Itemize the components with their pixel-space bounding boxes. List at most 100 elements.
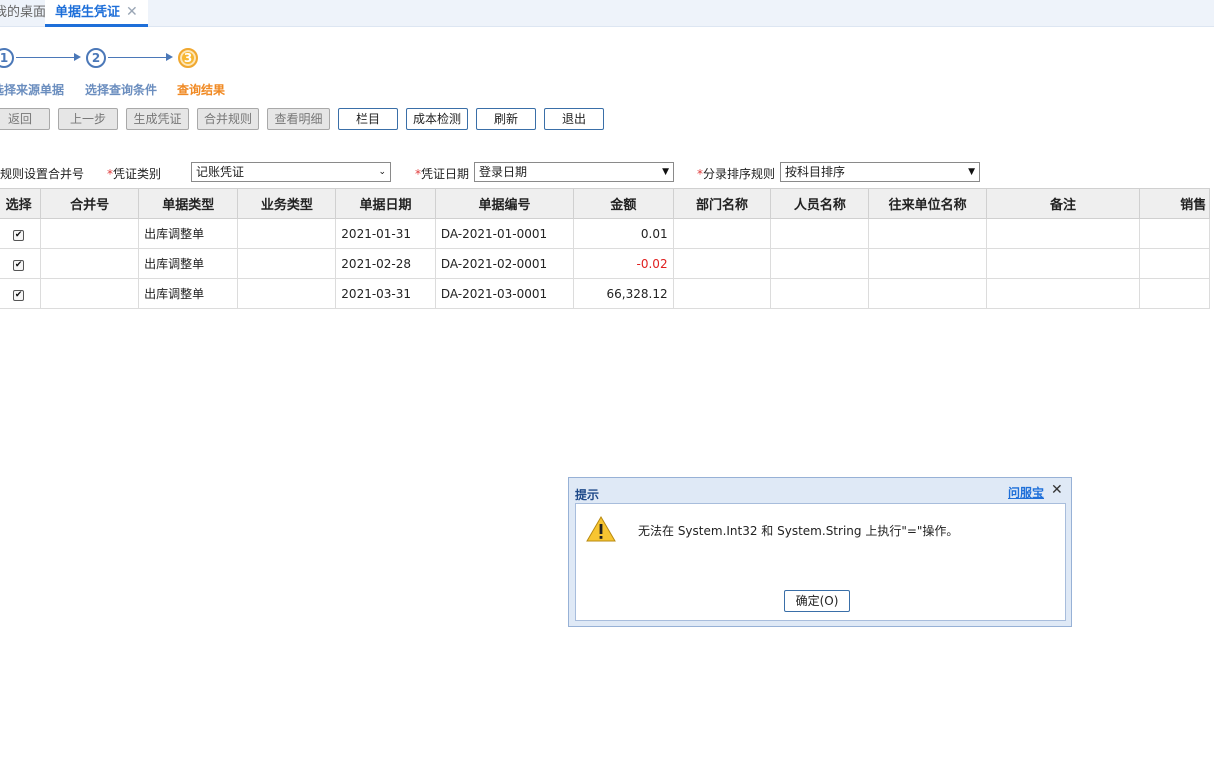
remark-cell bbox=[985, 278, 1141, 309]
person-cell bbox=[770, 218, 870, 249]
warning-icon bbox=[586, 516, 616, 542]
col-header-doc-date[interactable]: 单据日期 bbox=[335, 188, 436, 219]
col-header-amount[interactable]: 金额 bbox=[573, 188, 674, 219]
doc-no-cell: DA-2021-02-0001 bbox=[434, 248, 575, 279]
col-header-person[interactable]: 人员名称 bbox=[770, 188, 870, 219]
col-header-doc-no[interactable]: 单据编号 bbox=[434, 188, 575, 219]
amount-cell: 0.01 bbox=[573, 218, 674, 249]
dropdown-triangle-icon: ▼ bbox=[968, 167, 975, 177]
arrow-right-icon bbox=[74, 53, 81, 61]
help-link[interactable]: 问服宝 bbox=[1008, 484, 1044, 501]
sort-rule-text: 分录排序规则 bbox=[703, 167, 776, 181]
person-cell bbox=[770, 248, 870, 279]
columns-button[interactable]: 栏目 bbox=[338, 108, 398, 130]
col-header-remark[interactable]: 备注 bbox=[985, 188, 1141, 219]
generate-voucher-button[interactable]: 生成凭证 bbox=[126, 108, 189, 130]
voucher-date-label: *凭证日期 bbox=[415, 165, 469, 182]
doc-date-cell: 2021-02-28 bbox=[335, 248, 436, 279]
table-row[interactable]: ✔ 出库调整单 2021-02-28 DA-2021-02-0001 -0.02 bbox=[0, 248, 1210, 279]
doc-date-cell: 2021-03-31 bbox=[335, 278, 436, 309]
col-header-department[interactable]: 部门名称 bbox=[672, 188, 772, 219]
row-select-cell[interactable]: ✔ bbox=[0, 218, 42, 249]
step-2-indicator: 2 bbox=[86, 48, 106, 68]
back-button[interactable]: 返回 bbox=[0, 108, 50, 130]
step-1-label: 选择来源单据 bbox=[0, 83, 65, 97]
biz-type-cell bbox=[237, 218, 337, 249]
doc-no-cell: DA-2021-01-0001 bbox=[434, 218, 575, 249]
exit-button[interactable]: 退出 bbox=[544, 108, 604, 130]
step-3-label: 查询结果 bbox=[177, 83, 226, 97]
dialog-body: 无法在 System.Int32 和 System.String 上执行"="操… bbox=[575, 503, 1066, 621]
tab-bar: 我的桌面 单据生凭证 ✕ bbox=[0, 0, 1214, 27]
sort-rule-value: 按科目排序 bbox=[785, 165, 846, 179]
cost-check-button[interactable]: 成本检测 bbox=[406, 108, 468, 130]
merge-rule-label: 按规则设置合并号 bbox=[0, 167, 85, 181]
checkbox[interactable]: ✔ bbox=[13, 230, 25, 241]
view-detail-button[interactable]: 查看明细 bbox=[267, 108, 330, 130]
voucher-date-text: 凭证日期 bbox=[421, 167, 470, 181]
sort-rule-select[interactable]: 按科目排序 ▼ bbox=[780, 162, 980, 182]
sales-cell bbox=[1139, 248, 1210, 279]
close-icon[interactable]: ✕ bbox=[126, 4, 138, 20]
doc-no-cell: DA-2021-03-0001 bbox=[434, 278, 575, 309]
remark-cell bbox=[985, 248, 1141, 279]
dialog-title: 提示 bbox=[575, 488, 600, 502]
table-row[interactable]: ✔ 出库调整单 2021-01-31 DA-2021-01-0001 0.01 bbox=[0, 218, 1210, 249]
person-cell bbox=[770, 278, 870, 309]
step-connector bbox=[16, 57, 76, 58]
tab-voucher-generation[interactable]: 单据生凭证 ✕ bbox=[45, 0, 148, 27]
doc-type-cell: 出库调整单 bbox=[138, 218, 239, 249]
department-cell bbox=[672, 218, 772, 249]
col-header-merge-no[interactable]: 合并号 bbox=[40, 188, 140, 219]
row-select-cell[interactable]: ✔ bbox=[0, 248, 42, 279]
merge-no-cell bbox=[40, 248, 140, 279]
biz-type-cell bbox=[237, 278, 337, 309]
step-1-indicator: 1 bbox=[0, 48, 14, 68]
partner-cell bbox=[868, 218, 987, 249]
row-select-cell[interactable]: ✔ bbox=[0, 278, 42, 309]
grid-header-row: 选择 合并号 单据类型 业务类型 单据日期 单据编号 金额 部门名称 人员名称 … bbox=[0, 188, 1210, 219]
department-cell bbox=[672, 248, 772, 279]
voucher-type-value: 记账凭证 bbox=[196, 165, 245, 179]
tab-desktop[interactable]: 我的桌面 bbox=[0, 0, 46, 27]
voucher-type-select[interactable]: 记账凭证 ⌄ bbox=[191, 162, 391, 182]
result-grid: 选择 合并号 单据类型 业务类型 单据日期 单据编号 金额 部门名称 人员名称 … bbox=[0, 188, 1210, 309]
merge-no-cell bbox=[40, 278, 140, 309]
step-2-label: 选择查询条件 bbox=[85, 83, 158, 97]
doc-type-cell: 出库调整单 bbox=[138, 278, 239, 309]
voucher-type-label: *凭证类别 bbox=[107, 165, 161, 182]
previous-step-button[interactable]: 上一步 bbox=[58, 108, 118, 130]
checkbox[interactable]: ✔ bbox=[13, 290, 25, 301]
department-cell bbox=[672, 278, 772, 309]
partner-cell bbox=[868, 278, 987, 309]
merge-rule-button[interactable]: 合并规则 bbox=[197, 108, 259, 130]
partner-cell bbox=[868, 248, 987, 279]
close-icon[interactable]: ✕ bbox=[1051, 482, 1063, 498]
dialog-message: 无法在 System.Int32 和 System.String 上执行"="操… bbox=[638, 524, 959, 538]
amount-cell: -0.02 bbox=[573, 248, 674, 279]
sort-rule-label: *分录排序规则 bbox=[697, 165, 775, 182]
chevron-down-icon: ⌄ bbox=[378, 167, 386, 177]
voucher-date-select[interactable]: 登录日期 ▼ bbox=[474, 162, 674, 182]
dropdown-triangle-icon: ▼ bbox=[662, 167, 669, 177]
step-3-indicator: 3 bbox=[178, 48, 198, 68]
col-header-sales[interactable]: 销售 bbox=[1139, 188, 1210, 219]
voucher-date-value: 登录日期 bbox=[479, 165, 528, 179]
remark-cell bbox=[985, 218, 1141, 249]
table-row[interactable]: ✔ 出库调整单 2021-03-31 DA-2021-03-0001 66,32… bbox=[0, 278, 1210, 309]
sales-cell bbox=[1139, 278, 1210, 309]
amount-cell: 66,328.12 bbox=[573, 278, 674, 309]
col-header-partner[interactable]: 往来单位名称 bbox=[868, 188, 987, 219]
step-connector bbox=[108, 57, 168, 58]
col-header-select[interactable]: 选择 bbox=[0, 188, 42, 219]
doc-date-cell: 2021-01-31 bbox=[335, 218, 436, 249]
voucher-type-text: 凭证类别 bbox=[113, 167, 162, 181]
error-dialog: 提示 问服宝 ✕ 无法在 System.Int32 和 System.Strin… bbox=[568, 477, 1072, 627]
col-header-doc-type[interactable]: 单据类型 bbox=[138, 188, 239, 219]
tab-voucher-label: 单据生凭证 bbox=[55, 5, 121, 20]
sales-cell bbox=[1139, 218, 1210, 249]
checkbox[interactable]: ✔ bbox=[13, 260, 25, 271]
refresh-button[interactable]: 刷新 bbox=[476, 108, 536, 130]
ok-button[interactable]: 确定(O) bbox=[784, 590, 850, 612]
col-header-biz-type[interactable]: 业务类型 bbox=[237, 188, 337, 219]
